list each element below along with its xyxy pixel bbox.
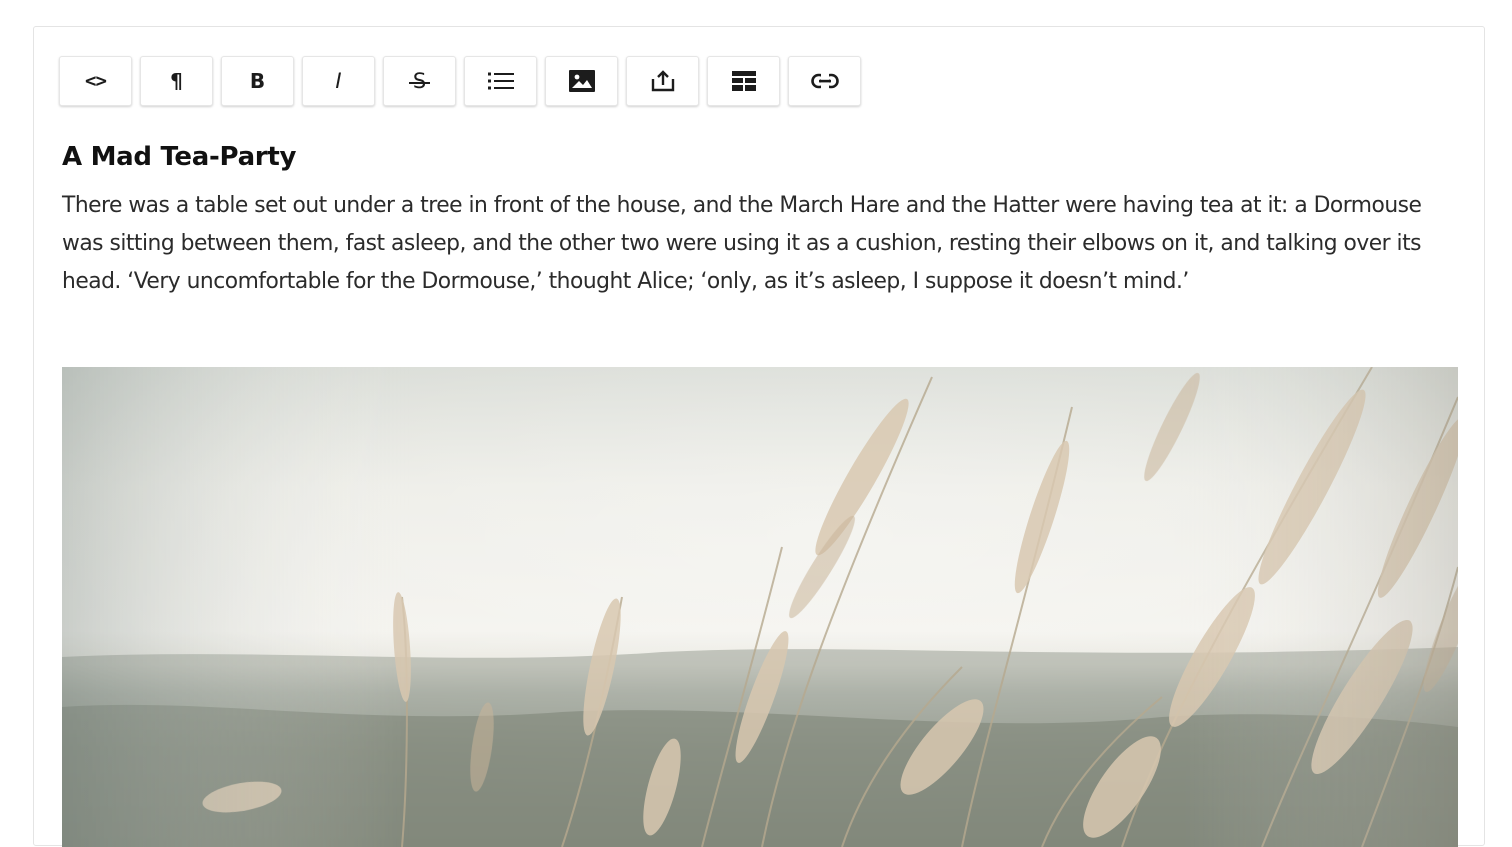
code-view-button[interactable]: <> <box>59 56 132 106</box>
image-icon <box>568 70 595 92</box>
strikethrough-icon: S <box>408 68 431 93</box>
strike-line <box>408 81 431 84</box>
grass-photo <box>62 367 1458 847</box>
insert-image-button[interactable] <box>545 56 618 106</box>
link-button[interactable] <box>788 56 861 106</box>
list-button[interactable] <box>464 56 537 106</box>
table-button[interactable] <box>707 56 780 106</box>
document-body[interactable]: A Mad Tea-Party There was a table set ou… <box>62 137 1462 301</box>
paragraph-icon: ¶ <box>170 69 183 93</box>
code-icon: <> <box>85 69 107 92</box>
strikethrough-button[interactable]: S <box>383 56 456 106</box>
bold-icon: B <box>249 69 266 93</box>
rich-text-editor: <> ¶ B I S A Mad Tea-Party There was a t… <box>33 26 1485 847</box>
document-heading: A Mad Tea-Party <box>62 142 297 172</box>
editor-toolbar: <> ¶ B I S <box>59 56 861 108</box>
link-icon <box>810 73 839 89</box>
paragraph-button[interactable]: ¶ <box>140 56 213 106</box>
strikethrough-letter: S <box>412 68 427 93</box>
table-icon <box>731 71 756 91</box>
upload-icon <box>651 70 674 92</box>
list-icon <box>487 72 514 90</box>
document-paragraph: There was a table set out under a tree i… <box>62 193 1422 294</box>
italic-button[interactable]: I <box>302 56 375 106</box>
italic-icon: I <box>335 68 342 93</box>
upload-button[interactable] <box>626 56 699 106</box>
bold-button[interactable]: B <box>221 56 294 106</box>
